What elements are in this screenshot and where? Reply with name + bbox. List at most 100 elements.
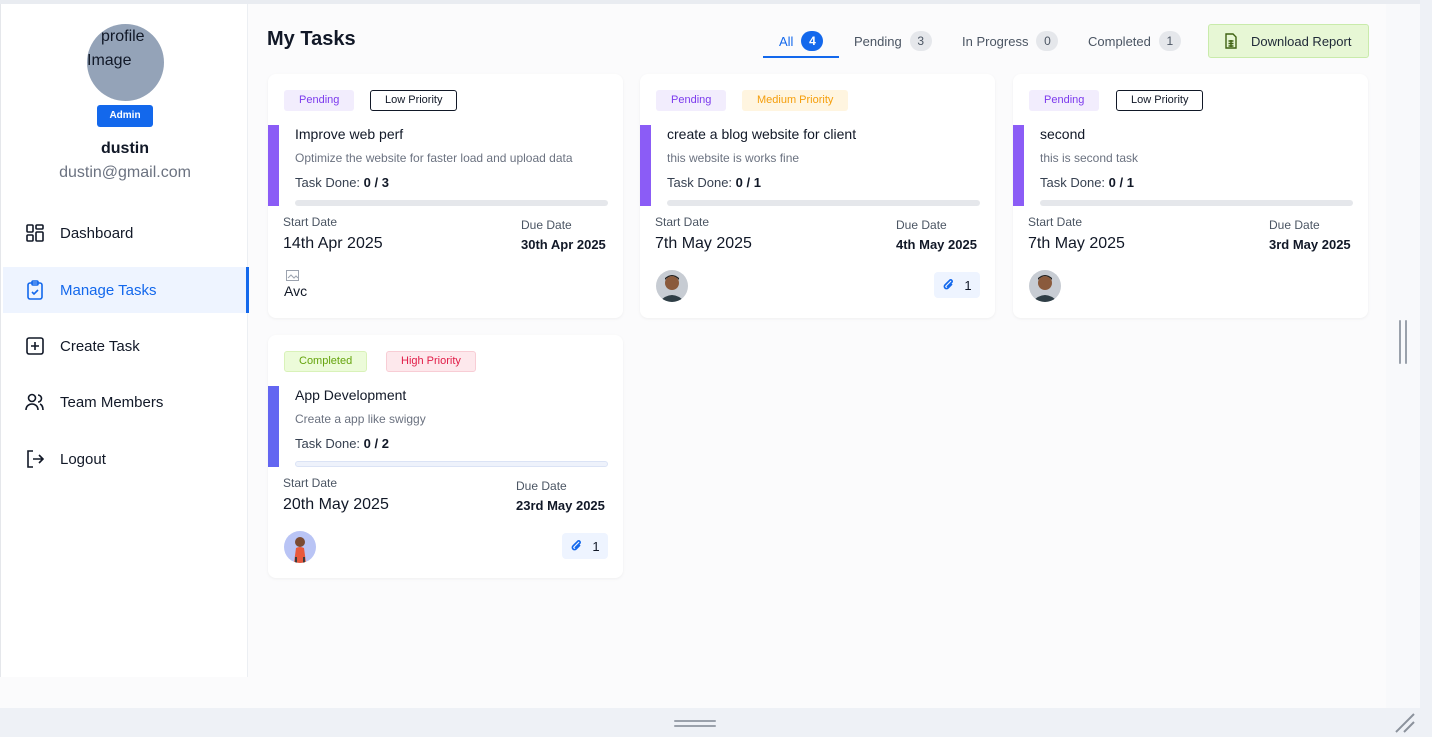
spreadsheet-icon xyxy=(1223,33,1239,49)
assignee-alt-text: Avc xyxy=(284,283,308,299)
sidebar-item-create-task[interactable]: Create Task xyxy=(3,323,249,369)
clipboard-check-icon xyxy=(25,280,45,300)
task-done-label: Task Done: xyxy=(295,175,361,190)
status-accent-bar xyxy=(640,125,651,206)
task-card[interactable]: Completed High Priority App Development … xyxy=(268,335,623,578)
paperclip-icon xyxy=(944,279,954,290)
role-badge: Admin xyxy=(97,105,153,127)
start-date-label: Start Date xyxy=(1028,215,1083,229)
assignee-avatar[interactable] xyxy=(1029,270,1061,302)
tab-pending[interactable]: Pending 3 xyxy=(854,30,932,52)
assignee-avatar[interactable] xyxy=(284,531,316,563)
tab-label: Completed xyxy=(1088,33,1151,49)
start-date-label: Start Date xyxy=(283,215,338,229)
tab-label: All xyxy=(779,33,794,49)
task-done-progress-text: Task Done: 0 / 2 xyxy=(295,436,389,451)
avatar-alt-text: profile Image xyxy=(87,25,167,73)
due-date-value: 30th Apr 2025 xyxy=(521,237,606,252)
sidebar-item-label: Team Members xyxy=(60,393,164,411)
status-accent-bar xyxy=(1013,125,1024,206)
task-description: this website is works fine xyxy=(667,151,800,165)
start-date-value: 7th May 2025 xyxy=(1028,235,1125,252)
logout-icon xyxy=(25,449,45,469)
sidebar-item-team-members[interactable]: Team Members xyxy=(3,379,249,425)
sidebar-item-logout[interactable]: Logout xyxy=(3,436,249,482)
task-done-label: Task Done: xyxy=(295,436,361,451)
task-title: second xyxy=(1040,126,1086,142)
status-accent-bar xyxy=(268,125,279,206)
start-date-label: Start Date xyxy=(655,215,710,229)
sidebar-item-label: Dashboard xyxy=(60,224,134,242)
vertical-resize-handle[interactable] xyxy=(1399,320,1409,364)
progress-bar xyxy=(295,200,608,206)
tab-completed[interactable]: Completed 1 xyxy=(1088,30,1181,52)
status-badge: Pending xyxy=(656,90,727,111)
corner-resize-grip-icon[interactable] xyxy=(1394,712,1416,734)
task-done-value: 0 / 1 xyxy=(1108,175,1134,190)
task-done-value: 0 / 3 xyxy=(363,175,389,190)
due-date-value: 23rd May 2025 xyxy=(516,498,605,513)
download-report-button[interactable]: Download Report xyxy=(1208,24,1369,58)
progress-bar xyxy=(1040,200,1353,206)
start-date-value: 20th May 2025 xyxy=(283,496,389,513)
task-done-label: Task Done: xyxy=(667,175,733,190)
priority-badge: High Priority xyxy=(386,351,476,372)
task-card[interactable]: Pending Low Priority Improve web perf Op… xyxy=(268,74,623,318)
task-card[interactable]: Pending Medium Priority create a blog we… xyxy=(640,74,995,318)
tab-count-badge: 4 xyxy=(801,31,824,51)
start-date-value: 7th May 2025 xyxy=(655,235,752,252)
progress-bar xyxy=(295,461,608,467)
start-date-value: 14th Apr 2025 xyxy=(283,235,383,252)
attachment-count-button[interactable]: 1 xyxy=(934,272,980,298)
status-badge: Pending xyxy=(284,90,355,111)
due-date-label: Due Date xyxy=(1269,218,1320,232)
progress-bar xyxy=(667,200,980,206)
sidebar-item-label: Logout xyxy=(60,450,106,468)
sidebar-item-label: Manage Tasks xyxy=(60,281,157,299)
sidebar-item-dashboard[interactable]: Dashboard xyxy=(3,210,249,256)
paperclip-icon xyxy=(572,540,582,551)
task-description: Create a app like swiggy xyxy=(295,412,426,426)
tab-label: Pending xyxy=(854,33,902,49)
task-title: App Development xyxy=(295,387,407,403)
avatar-alt-line2: Image xyxy=(87,52,132,69)
due-date-label: Due Date xyxy=(896,218,947,232)
assignee-avatar[interactable] xyxy=(656,270,688,302)
task-title: create a blog website for client xyxy=(667,126,857,142)
sidebar: profile Image Admin dustin dustin@gmail.… xyxy=(0,4,249,677)
due-date-label: Due Date xyxy=(521,218,572,232)
priority-badge: Low Priority xyxy=(1116,90,1204,111)
plus-square-icon xyxy=(25,336,45,356)
attachment-count: 1 xyxy=(964,277,972,293)
task-title: Improve web perf xyxy=(295,126,404,142)
tab-count-badge: 0 xyxy=(1036,31,1059,51)
tab-in-progress[interactable]: In Progress 0 xyxy=(962,30,1059,52)
task-done-progress-text: Task Done: 0 / 1 xyxy=(667,175,761,190)
task-card[interactable]: Pending Low Priority second this is seco… xyxy=(1013,74,1368,318)
task-description: this is second task xyxy=(1040,151,1139,165)
task-done-progress-text: Task Done: 0 / 3 xyxy=(295,175,389,190)
status-accent-bar xyxy=(268,386,279,467)
horizontal-resize-handle[interactable] xyxy=(674,718,716,730)
tab-count-badge: 3 xyxy=(909,31,932,51)
priority-badge: Low Priority xyxy=(370,90,458,111)
user-email: dustin@gmail.com xyxy=(59,164,191,181)
task-description: Optimize the website for faster load and… xyxy=(295,151,573,165)
due-date-value: 3rd May 2025 xyxy=(1269,237,1351,252)
active-tab-underline xyxy=(763,56,839,58)
task-done-value: 0 / 2 xyxy=(363,436,389,451)
start-date-label: Start Date xyxy=(283,476,338,490)
page-title: My Tasks xyxy=(267,28,356,50)
sidebar-item-label: Create Task xyxy=(60,337,140,355)
attachment-count: 1 xyxy=(592,538,600,554)
due-date-value: 4th May 2025 xyxy=(896,237,977,252)
download-report-label: Download Report xyxy=(1251,33,1352,49)
sidebar-item-manage-tasks[interactable]: Manage Tasks xyxy=(3,267,249,313)
tab-all[interactable]: All 4 xyxy=(779,30,824,52)
app-window: profile Image Admin dustin dustin@gmail.… xyxy=(0,0,1420,708)
attachment-count-button[interactable]: 1 xyxy=(562,533,608,559)
users-icon xyxy=(25,392,45,412)
task-done-value: 0 / 1 xyxy=(735,175,761,190)
task-done-label: Task Done: xyxy=(1040,175,1106,190)
due-date-label: Due Date xyxy=(516,479,567,493)
